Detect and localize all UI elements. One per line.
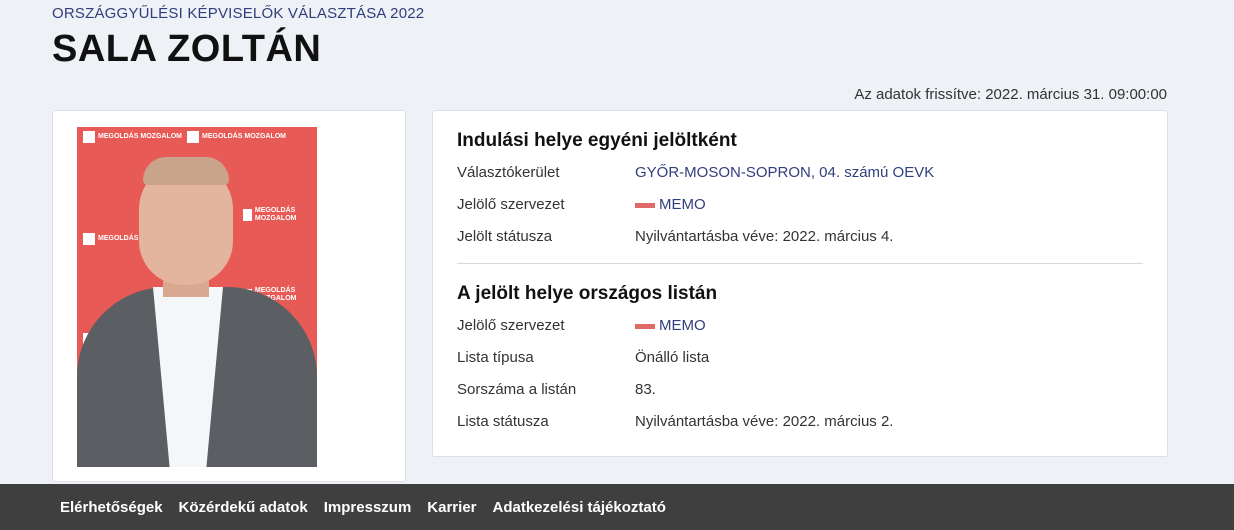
row-label: Lista státusza — [457, 413, 549, 430]
party-logo-tile: MEGOLDÁS MOZGALOM — [243, 207, 317, 223]
row-value: Nyilvántartásba véve: 2022. március 2. — [635, 413, 894, 430]
candidate-info-card: Indulási helye egyéni jelöltként Választ… — [432, 110, 1168, 457]
candidate-photo-card: MEGOLDÁS MOZGALOM MEGOLDÁS MOZGALOM MEGO… — [52, 110, 406, 482]
party-name[interactable]: MEMO — [659, 189, 706, 221]
national-list-section-title: A jelölt helye országos listán — [457, 283, 718, 304]
person-hair — [143, 157, 229, 185]
row-label: Sorszáma a listán — [457, 381, 577, 398]
party-name[interactable]: MEMO — [659, 310, 706, 342]
info-row: Választókerület GYŐR-MOSON-SOPRON, 04. s… — [457, 157, 1143, 189]
individual-section-title: Indulási helye egyéni jelöltként — [457, 130, 737, 151]
party-logo-icon — [635, 323, 655, 329]
candidate-photo: MEGOLDÁS MOZGALOM MEGOLDÁS MOZGALOM MEGO… — [77, 127, 317, 467]
national-list-section: A jelölt helye országos listán Jelölő sz… — [457, 278, 1143, 438]
info-row: Jelölő szervezet MEMO — [457, 189, 1143, 221]
party-link[interactable]: MEMO — [635, 310, 706, 342]
footer-link-privacy[interactable]: Adatkezelési tájékoztató — [493, 499, 666, 516]
row-label: Jelölő szervezet — [457, 196, 565, 213]
district-link[interactable]: GYŐR-MOSON-SOPRON, 04. számú OEVK — [635, 157, 934, 189]
info-row: Jelölt státusza Nyilvántartásba véve: 20… — [457, 221, 1143, 253]
individual-section: Indulási helye egyéni jelöltként Választ… — [457, 125, 1143, 253]
info-row: Lista típusa Önálló lista — [457, 342, 1143, 374]
info-row: Lista státusza Nyilvántartásba véve: 202… — [457, 406, 1143, 438]
footer-link-contacts[interactable]: Elérhetőségek — [60, 499, 163, 516]
footer-link-careers[interactable]: Karrier — [427, 499, 476, 516]
party-logo-tile: MEGOLDÁS MOZGALOM — [187, 131, 286, 143]
party-link[interactable]: MEMO — [635, 189, 706, 221]
row-label: Jelölő szervezet — [457, 317, 565, 334]
last-updated-text: Az adatok frissítve: 2022. március 31. 0… — [854, 86, 1167, 103]
candidate-name: SALA ZOLTÁN — [52, 28, 322, 70]
row-value: 83. — [635, 381, 656, 398]
section-divider — [457, 263, 1143, 264]
election-title: ORSZÁGGYŰLÉSI KÉPVISELŐK VÁLASZTÁSA 2022 — [52, 5, 425, 22]
party-logo-icon — [635, 202, 655, 208]
info-row: Sorszáma a listán 83. — [457, 374, 1143, 406]
footer: Elérhetőségek Közérdekű adatok Impresszu… — [0, 484, 1234, 530]
footer-link-public-data[interactable]: Közérdekű adatok — [179, 499, 308, 516]
page-header: ORSZÁGGYŰLÉSI KÉPVISELŐK VÁLASZTÁSA 2022… — [52, 5, 424, 71]
row-label: Lista típusa — [457, 349, 534, 366]
row-label: Jelölt státusza — [457, 228, 553, 245]
row-value: Önálló lista — [635, 349, 710, 366]
info-row: Jelölő szervezet MEMO — [457, 310, 1143, 342]
row-label: Választókerület — [457, 164, 560, 181]
row-value: Nyilvántartásba véve: 2022. március 4. — [635, 228, 894, 245]
footer-link-imprint[interactable]: Impresszum — [324, 499, 412, 516]
party-logo-tile: MEGOLDÁS MOZGALOM — [83, 131, 182, 143]
